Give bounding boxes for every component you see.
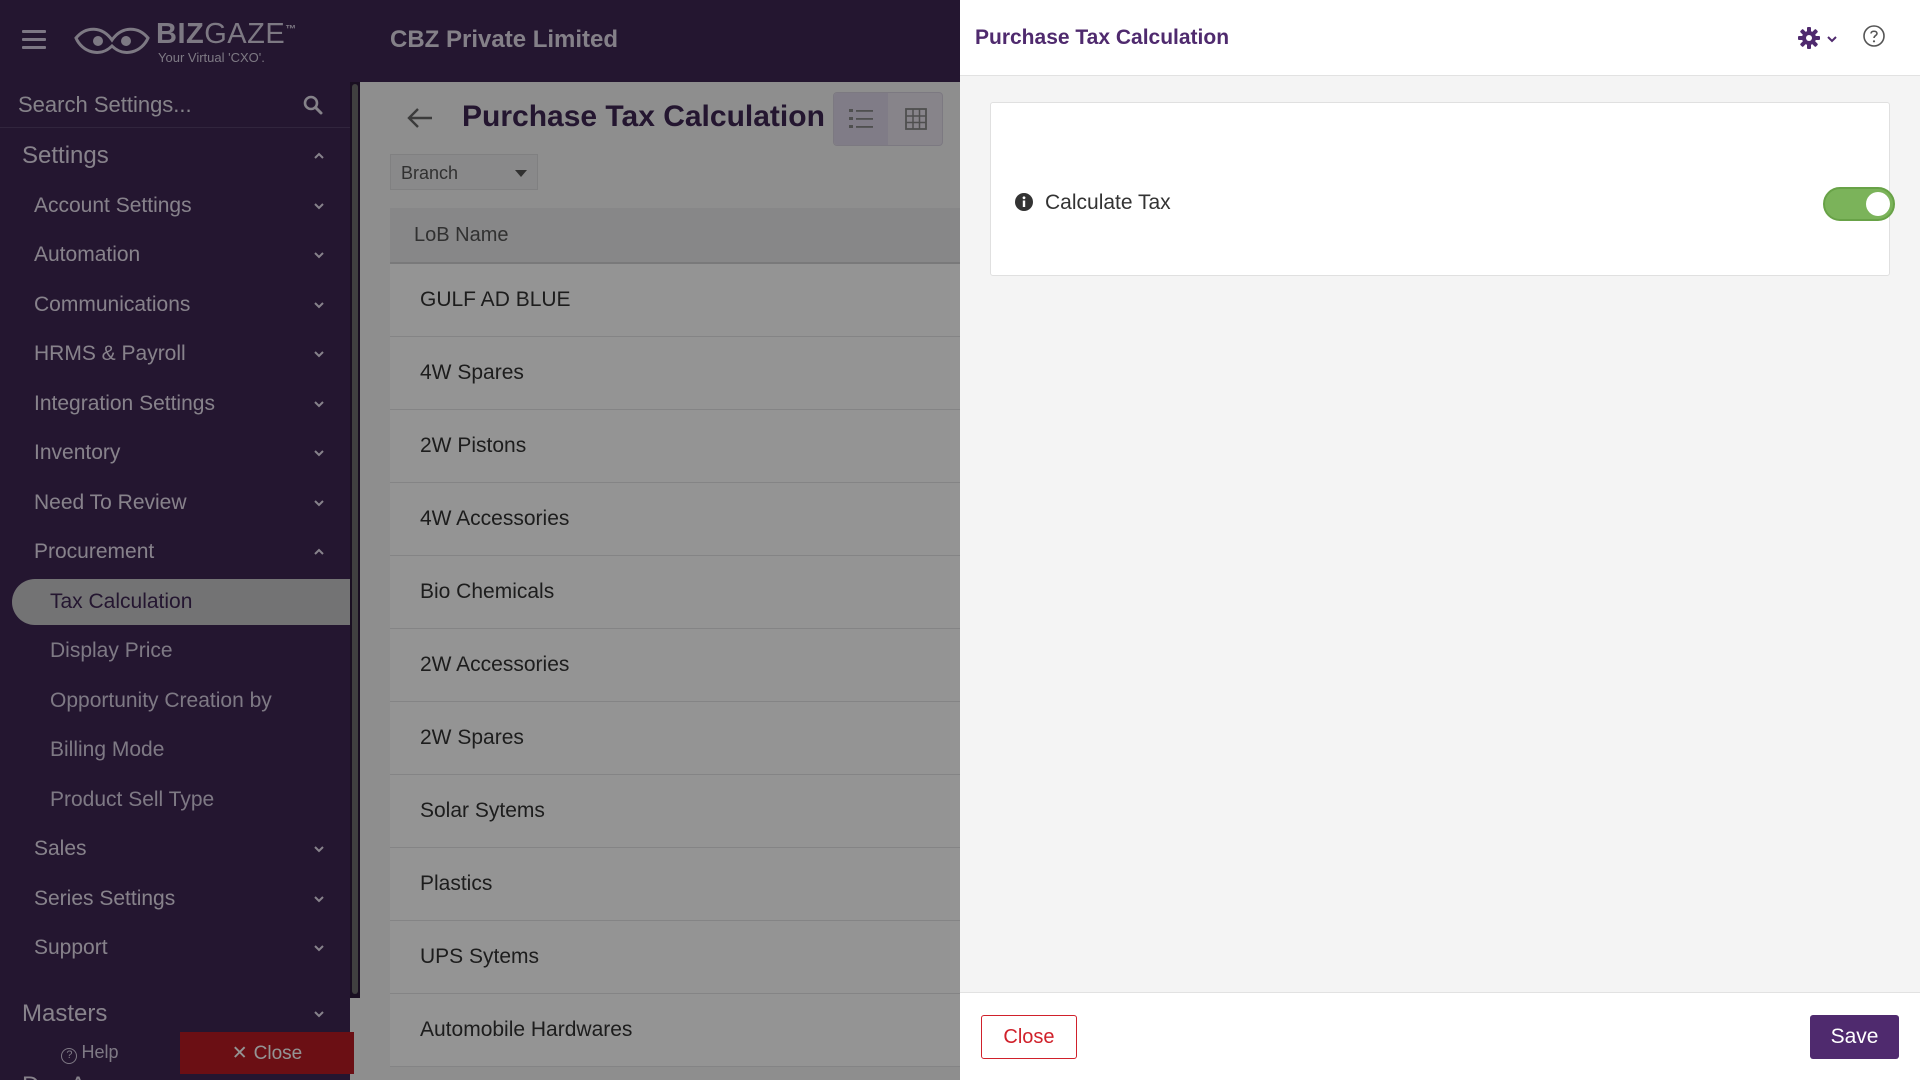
close-button[interactable]: Close: [981, 1015, 1077, 1059]
toggle-knob: [1866, 192, 1890, 216]
panel-header: Purchase Tax Calculation: [960, 0, 1920, 76]
info-icon: [1015, 193, 1033, 211]
calculate-tax-card: Calculate Tax: [990, 102, 1895, 276]
tax-calculation-panel: Purchase Tax Calculation Calculate Tax C…: [960, 0, 1920, 1080]
save-button[interactable]: Save: [1810, 1015, 1899, 1059]
chevron-down-icon[interactable]: [1826, 33, 1838, 45]
help-icon[interactable]: [1862, 24, 1886, 48]
panel-footer: Close Save: [960, 992, 1920, 1080]
calculate-tax-toggle[interactable]: [1823, 187, 1895, 221]
calculate-tax-label: Calculate Tax: [1045, 191, 1171, 214]
modal-backdrop[interactable]: [0, 0, 960, 1080]
gear-icon[interactable]: [1798, 27, 1820, 49]
panel-title: Purchase Tax Calculation: [975, 26, 1230, 49]
